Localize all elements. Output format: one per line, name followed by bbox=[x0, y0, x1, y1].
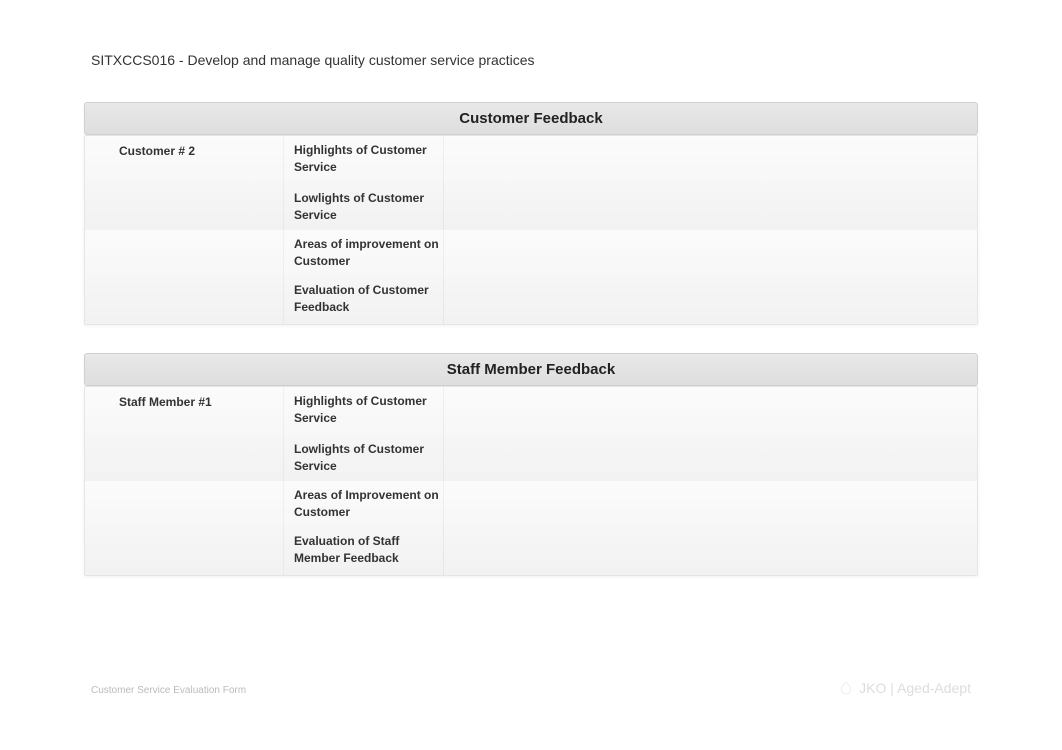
row-label: Lowlights of Customer Service bbox=[283, 184, 443, 230]
table-row: Areas of improvement on Customer bbox=[85, 230, 977, 276]
participant-label: Customer # 2 bbox=[85, 136, 283, 184]
footer-brand-text: JKO | Aged-Adept bbox=[859, 680, 971, 696]
table-row: Areas of Improvement on Customer bbox=[85, 481, 977, 527]
participant-label-empty bbox=[85, 276, 283, 324]
table-row: Lowlights of Customer Service bbox=[85, 184, 977, 230]
row-label: Evaluation of Customer Feedback bbox=[283, 276, 443, 324]
row-value bbox=[443, 527, 977, 575]
participant-label: Staff Member #1 bbox=[85, 387, 283, 435]
row-label: Areas of improvement on Customer bbox=[283, 230, 443, 276]
table-row: Evaluation of Customer Feedback bbox=[85, 276, 977, 324]
page-footer: Customer Service Evaluation Form JKO | A… bbox=[91, 680, 971, 700]
row-value bbox=[443, 387, 977, 435]
footer-left-text: Customer Service Evaluation Form bbox=[91, 685, 246, 696]
row-value bbox=[443, 481, 977, 527]
table-row: Lowlights of Customer Service bbox=[85, 435, 977, 481]
row-value bbox=[443, 136, 977, 184]
row-label: Evaluation of Staff Member Feedback bbox=[283, 527, 443, 575]
staff-feedback-section: Staff Member Feedback Staff Member #1 Hi… bbox=[84, 353, 978, 576]
row-value bbox=[443, 276, 977, 324]
leaf-icon bbox=[839, 681, 853, 695]
section-title-staff: Staff Member Feedback bbox=[84, 353, 978, 386]
participant-label-empty bbox=[85, 481, 283, 527]
row-value bbox=[443, 230, 977, 276]
section-title-customer: Customer Feedback bbox=[84, 102, 978, 135]
footer-right: JKO | Aged-Adept bbox=[839, 680, 971, 700]
staff-feedback-table: Staff Member #1 Highlights of Customer S… bbox=[84, 386, 978, 576]
table-row: Staff Member #1 Highlights of Customer S… bbox=[85, 387, 977, 435]
customer-feedback-table: Customer # 2 Highlights of Customer Serv… bbox=[84, 135, 978, 325]
row-value bbox=[443, 184, 977, 230]
row-label: Highlights of Customer Service bbox=[283, 136, 443, 184]
row-value bbox=[443, 435, 977, 481]
participant-label-empty bbox=[85, 230, 283, 276]
footer-brand: JKO | Aged-Adept bbox=[839, 680, 971, 696]
customer-feedback-section: Customer Feedback Customer # 2 Highlight… bbox=[84, 102, 978, 325]
table-row: Evaluation of Staff Member Feedback bbox=[85, 527, 977, 575]
participant-label-empty bbox=[85, 184, 283, 230]
participant-label-empty bbox=[85, 527, 283, 575]
row-label: Highlights of Customer Service bbox=[283, 387, 443, 435]
table-row: Customer # 2 Highlights of Customer Serv… bbox=[85, 136, 977, 184]
participant-label-empty bbox=[85, 435, 283, 481]
course-title: SITXCCS016 - Develop and manage quality … bbox=[0, 0, 1062, 68]
row-label: Areas of Improvement on Customer bbox=[283, 481, 443, 527]
row-label: Lowlights of Customer Service bbox=[283, 435, 443, 481]
